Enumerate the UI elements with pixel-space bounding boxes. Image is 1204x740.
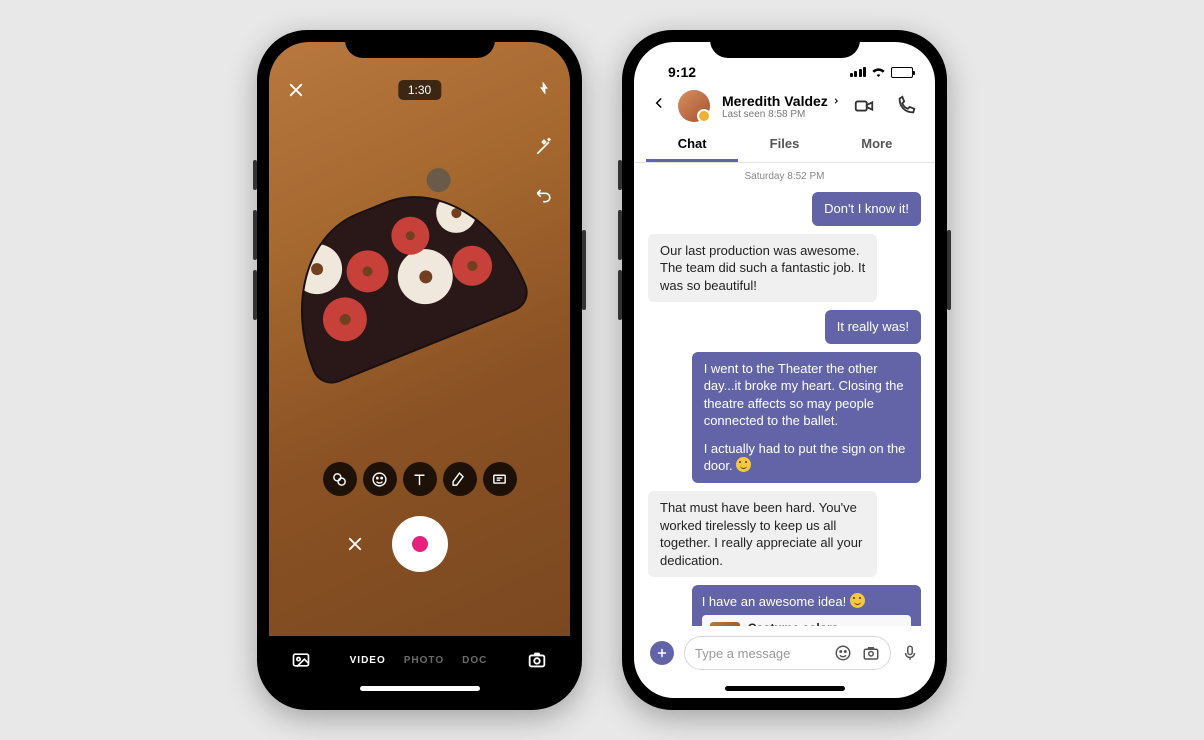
camera-side-tools	[534, 137, 554, 205]
microphone-icon[interactable]	[901, 644, 919, 662]
message-list[interactable]: Saturday 8:52 PM Don't I know it! Our la…	[634, 163, 935, 626]
grin-emoji-icon	[850, 593, 865, 608]
contact-name-button[interactable]: Meredith Valdez	[722, 93, 841, 109]
last-seen-label: Last seen 8:58 PM	[722, 109, 841, 120]
recording-timer: 1:30	[398, 80, 441, 100]
back-icon[interactable]	[652, 96, 666, 116]
pen-icon[interactable]	[443, 462, 477, 496]
filter-icon[interactable]	[323, 462, 357, 496]
home-indicator[interactable]	[360, 686, 480, 691]
mode-photo[interactable]: PHOTO	[404, 655, 444, 666]
status-time: 9:12	[668, 64, 696, 80]
status-bar: 9:12	[634, 42, 935, 82]
undo-icon[interactable]	[534, 185, 554, 205]
compose-plus-button[interactable]	[650, 641, 674, 665]
text-icon[interactable]	[403, 462, 437, 496]
camera-icon[interactable]	[862, 644, 880, 662]
battery-icon	[891, 67, 913, 78]
phone-right-chat: 9:12 Meredith Valdez Last seen 8:58 PM	[622, 30, 947, 710]
close-icon[interactable]	[287, 81, 305, 99]
message-out[interactable]: I went to the Theater the other day...it…	[692, 352, 921, 483]
phone-left-camera: 1:30	[257, 30, 582, 710]
message-input[interactable]: Type a message	[684, 636, 891, 670]
board-icon[interactable]	[483, 462, 517, 496]
mode-video[interactable]: VIDEO	[350, 655, 386, 666]
message-in[interactable]: Our last production was awesome. The tea…	[648, 234, 877, 303]
gallery-icon[interactable]	[291, 650, 311, 670]
signal-icon	[850, 67, 867, 77]
lens-switch-icon[interactable]	[526, 649, 548, 671]
wifi-icon	[871, 64, 886, 80]
camera-modes[interactable]: VIDEO PHOTO DOC	[350, 655, 488, 666]
message-out-attachment[interactable]: I have an awesome idea! Costume colors 1…	[692, 585, 921, 626]
record-button[interactable]	[392, 516, 448, 572]
camera-subject-purse	[269, 164, 534, 389]
attachment-thumbnail	[710, 622, 740, 626]
avatar[interactable]	[678, 90, 710, 122]
flash-icon[interactable]	[536, 80, 552, 100]
message-out[interactable]: Don't I know it!	[812, 192, 921, 226]
tab-chat[interactable]: Chat	[646, 128, 738, 162]
message-out[interactable]: It really was!	[825, 310, 921, 344]
mode-doc[interactable]: DOC	[462, 655, 487, 666]
audio-call-icon[interactable]	[895, 95, 917, 117]
magic-wand-icon[interactable]	[534, 137, 554, 157]
date-separator: Saturday 8:52 PM	[648, 171, 921, 182]
chevron-right-icon	[832, 96, 840, 106]
attachment-file[interactable]: Costume colors 1.3 MB •••	[702, 615, 911, 626]
emoji-picker-icon[interactable]	[834, 644, 852, 662]
message-placeholder: Type a message	[695, 646, 824, 661]
sad-emoji-icon	[736, 457, 751, 472]
tab-more[interactable]: More	[831, 128, 923, 162]
home-indicator[interactable]	[725, 686, 845, 691]
cancel-record-icon[interactable]	[346, 535, 364, 553]
message-in[interactable]: That must have been hard. You've worked …	[648, 491, 877, 577]
camera-viewfinder: 1:30	[269, 42, 570, 636]
tab-files[interactable]: Files	[738, 128, 830, 162]
video-call-icon[interactable]	[853, 95, 875, 117]
emoji-sticker-icon[interactable]	[363, 462, 397, 496]
